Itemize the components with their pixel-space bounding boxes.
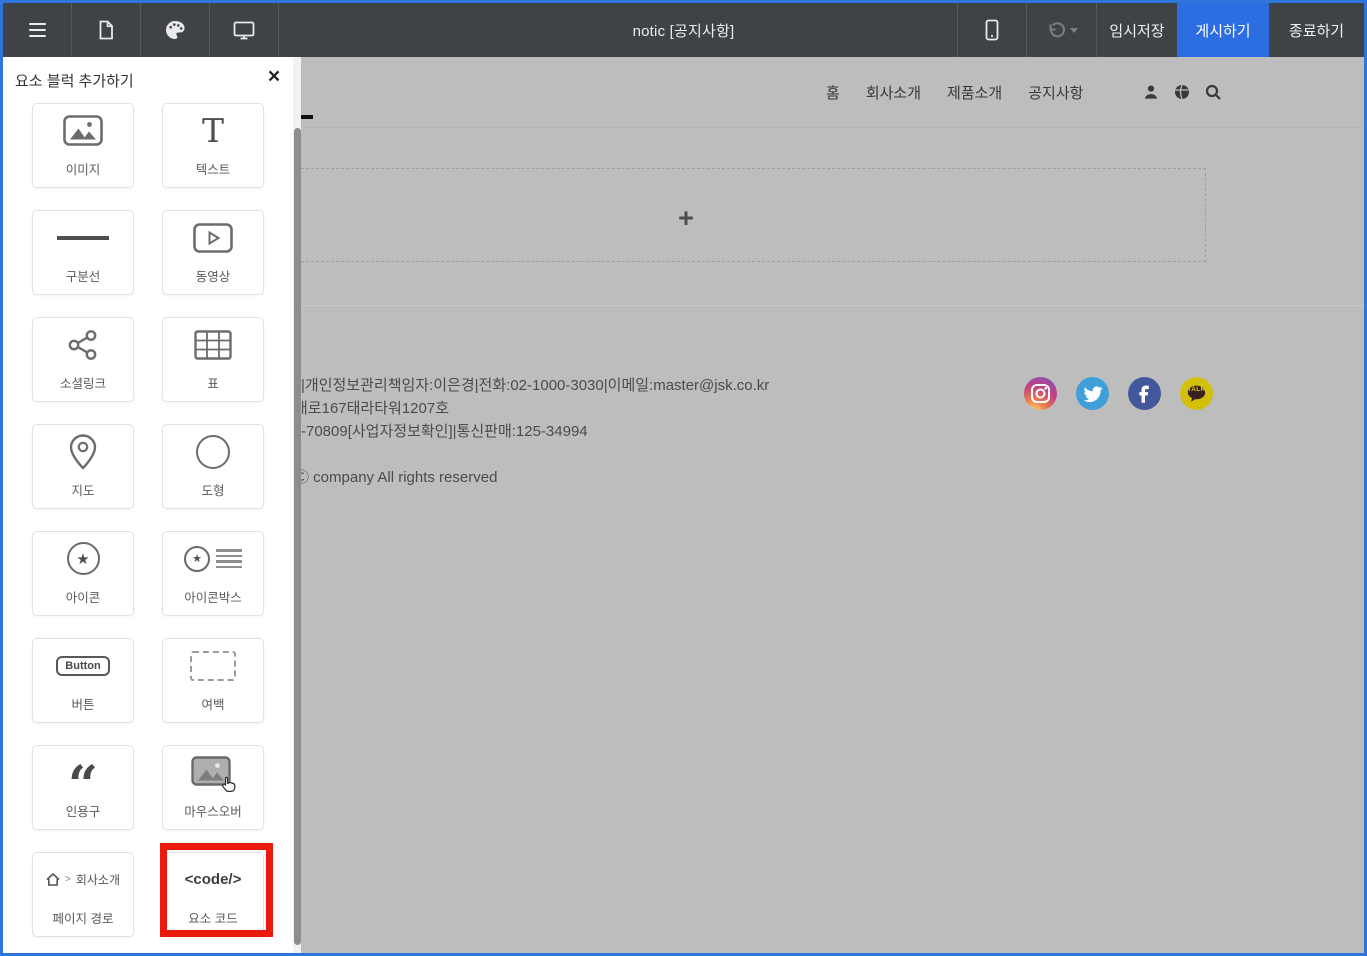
palette-icon — [164, 19, 186, 41]
block-label: 요소 코드 — [188, 908, 237, 927]
instagram-icon[interactable] — [1024, 377, 1057, 410]
table-icon — [194, 328, 232, 362]
block-mouseover[interactable]: 마우스오버 — [162, 745, 264, 830]
nav-notice[interactable]: 공지사항 — [1028, 82, 1083, 103]
block-shape[interactable]: 도형 — [162, 424, 264, 509]
code-icon: <code/> — [185, 863, 242, 897]
nav-about[interactable]: 회사소개 — [866, 82, 921, 103]
nav-products[interactable]: 제품소개 — [947, 82, 1002, 103]
circle-shape-icon — [196, 435, 230, 469]
block-text[interactable]: T 텍스트 — [162, 103, 264, 188]
exit-button[interactable]: 종료하기 — [1269, 3, 1364, 57]
toolbar-left-group — [3, 3, 279, 57]
user-icon[interactable] — [1143, 84, 1159, 100]
block-spacer[interactable]: 여백 — [162, 638, 264, 723]
block-table[interactable]: 표 — [162, 317, 264, 402]
button-icon: Button — [56, 649, 109, 683]
block-label: 아이콘박스 — [184, 587, 242, 606]
block-label: 페이지 경로 — [53, 908, 114, 927]
kakao-talk-text: TALK — [1180, 386, 1213, 393]
scrollbar-thumb[interactable] — [294, 128, 301, 945]
block-video[interactable]: 동영상 — [162, 210, 264, 295]
editor-window: notic [공지사항] 임시저장 게시하기 종료하기 홈 회사소개 제품소개 … — [0, 0, 1367, 956]
mobile-view-button[interactable] — [957, 3, 1026, 57]
block-label: 소셜링크 — [60, 373, 106, 392]
mouseover-icon — [191, 756, 235, 790]
block-label: 표 — [207, 373, 219, 392]
spacer-icon — [190, 649, 236, 683]
block-element-code[interactable]: <code/> 요소 코드 — [162, 852, 264, 937]
text-icon: T — [202, 114, 224, 148]
block-label: 버튼 — [71, 694, 94, 713]
block-label: 아이콘 — [66, 587, 101, 606]
image-icon — [63, 114, 103, 148]
site-nav: 홈 회사소개 제품소개 공지사항 — [826, 81, 1222, 103]
mobile-icon — [982, 18, 1002, 42]
top-toolbar: notic [공지사항] 임시저장 게시하기 종료하기 — [3, 3, 1364, 57]
facebook-icon[interactable] — [1128, 377, 1161, 410]
page-icon — [95, 19, 117, 41]
block-label: 텍스트 — [196, 159, 231, 178]
block-divider[interactable]: 구분선 — [32, 210, 134, 295]
block-image[interactable]: 이미지 — [32, 103, 134, 188]
undo-button[interactable] — [1026, 3, 1097, 57]
block-label: 인용구 — [66, 801, 101, 820]
nav-home[interactable]: 홈 — [826, 82, 840, 103]
undo-history-caret[interactable] — [1070, 28, 1078, 33]
block-map[interactable]: 지도 — [32, 424, 134, 509]
map-pin-icon — [69, 435, 97, 469]
social-links: TALK — [1024, 377, 1213, 410]
block-label: 마우스오버 — [184, 801, 242, 820]
home-icon — [46, 873, 60, 886]
block-label: 이미지 — [66, 159, 101, 178]
nav-icon-group — [1143, 84, 1222, 101]
panel-scrollbar[interactable] — [293, 57, 301, 953]
add-block-plus-button[interactable]: + — [669, 203, 703, 233]
theme-button[interactable] — [141, 3, 210, 57]
footer-copyright: Ⓒ company All rights reserved — [294, 466, 1223, 489]
toolbar-right-group: 임시저장 게시하기 종료하기 — [957, 3, 1364, 57]
page-button[interactable] — [72, 3, 141, 57]
block-icon[interactable]: ★ 아이콘 — [32, 531, 134, 616]
panel-title: 요소 블럭 추가하기 — [15, 70, 134, 91]
quote-icon: “ — [68, 756, 98, 790]
undo-icon — [1046, 21, 1065, 40]
block-label: 도형 — [201, 480, 224, 499]
desktop-view-button[interactable] — [210, 3, 279, 57]
share-icon — [66, 328, 100, 362]
block-label: 지도 — [71, 480, 94, 499]
footer-line: -70809[사업자정보확인]|통신판매:125-34994 — [293, 420, 1223, 443]
video-icon — [193, 221, 233, 255]
globe-icon[interactable] — [1174, 84, 1190, 100]
block-label: 동영상 — [196, 266, 231, 285]
publish-button[interactable]: 게시하기 — [1177, 3, 1269, 57]
twitter-icon[interactable] — [1076, 377, 1109, 410]
breadcrumb-icon: > 회사소개 — [46, 863, 120, 897]
star-circle-icon: ★ — [67, 542, 100, 576]
close-icon[interactable]: × — [262, 65, 286, 89]
block-label: 여백 — [201, 694, 224, 713]
element-block-grid: 이미지 T 텍스트 구분선 동영상 소셜링크 — [32, 103, 264, 937]
hamburger-icon — [29, 23, 46, 38]
block-social-link[interactable]: 소셜링크 — [32, 317, 134, 402]
block-icon-box[interactable]: ★ 아이콘박스 — [162, 531, 264, 616]
hand-cursor-icon — [221, 776, 237, 794]
search-icon[interactable] — [1205, 84, 1222, 101]
section-divider — [301, 127, 1364, 128]
menu-button[interactable] — [3, 3, 72, 57]
add-element-panel: 요소 블럭 추가하기 × 이미지 T 텍스트 구분선 — [3, 57, 293, 953]
icon-box-icon: ★ — [184, 542, 242, 576]
block-label: 구분선 — [66, 266, 101, 285]
empty-block-dropzone[interactable] — [301, 168, 1206, 262]
block-button[interactable]: Button 버튼 — [32, 638, 134, 723]
block-page-path[interactable]: > 회사소개 페이지 경로 — [32, 852, 134, 937]
panel-header: 요소 블럭 추가하기 × — [3, 57, 293, 103]
block-quote[interactable]: “ 인용구 — [32, 745, 134, 830]
temp-save-button[interactable]: 임시저장 — [1097, 3, 1177, 57]
section-divider — [301, 305, 1364, 306]
desktop-icon — [232, 19, 256, 41]
kakaotalk-icon[interactable]: TALK — [1180, 377, 1213, 410]
divider-icon — [57, 221, 109, 255]
